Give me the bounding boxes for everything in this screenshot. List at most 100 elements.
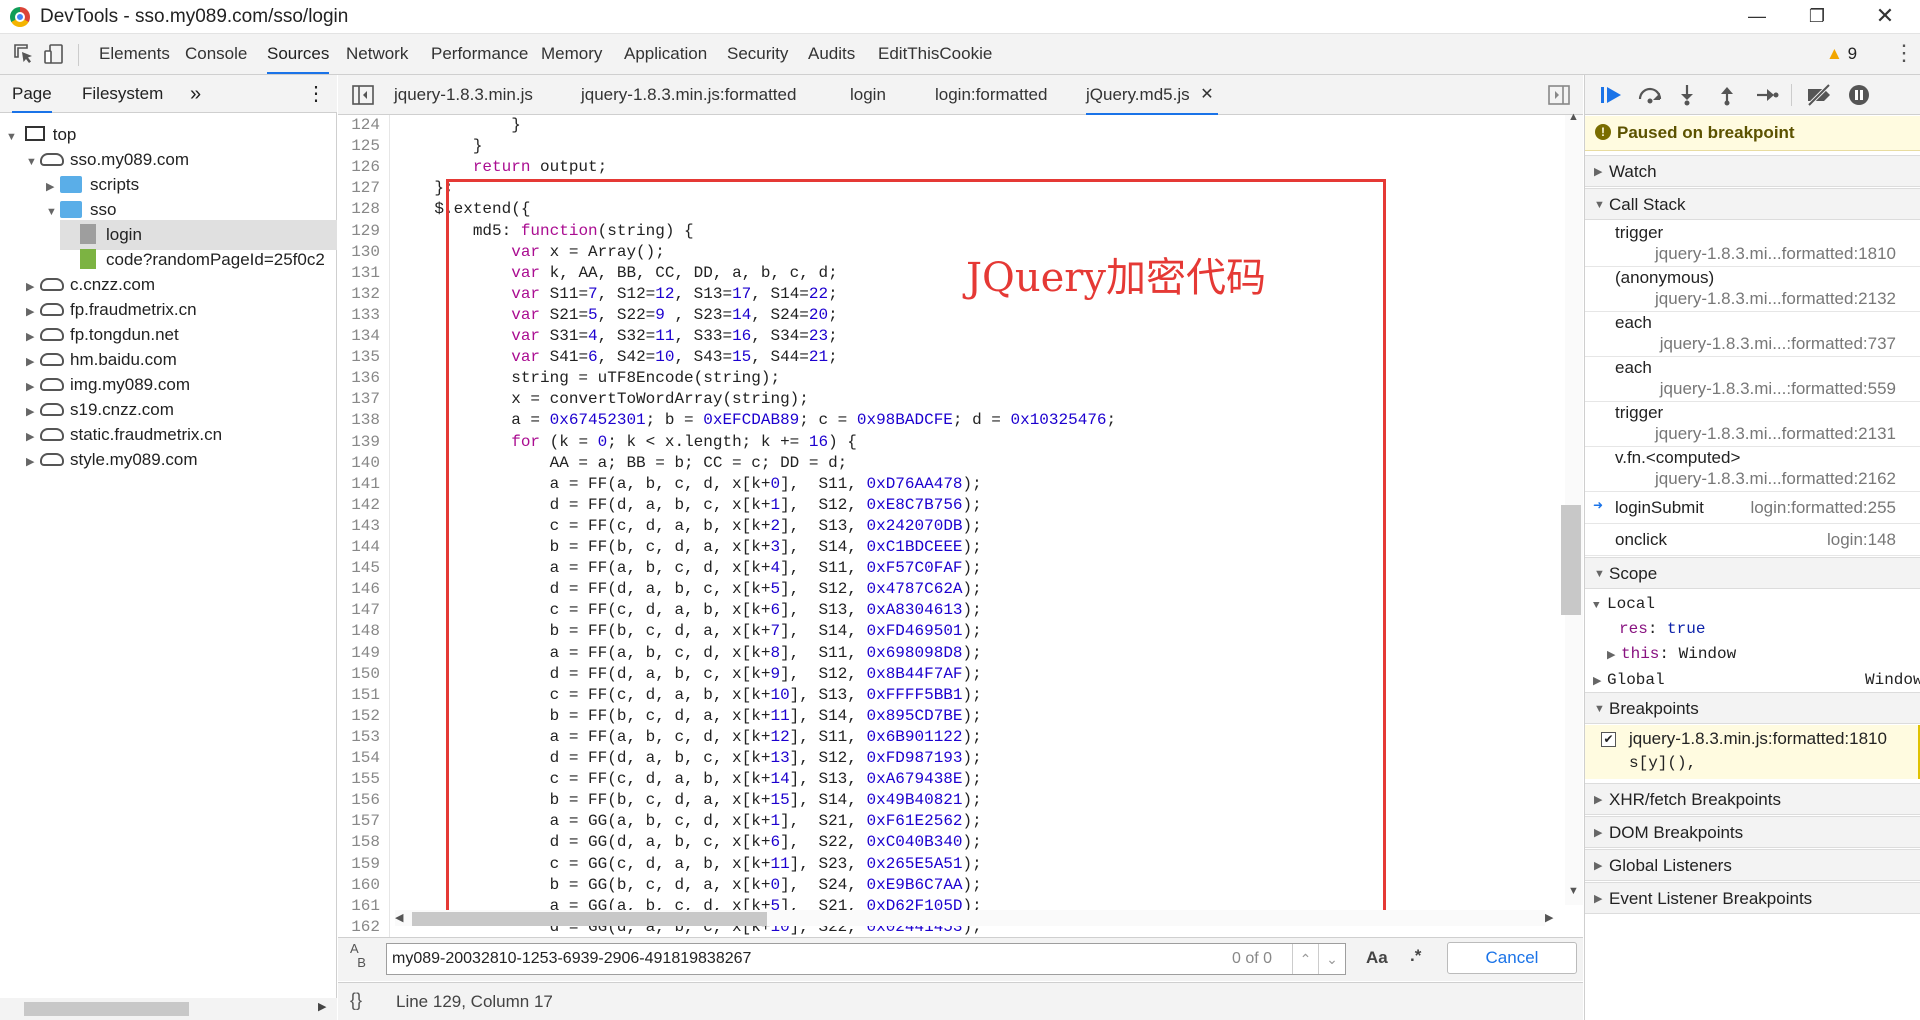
- section-xhr-breakpoints[interactable]: ▶ XHR/fetch Breakpoints: [1585, 783, 1920, 815]
- line-number[interactable]: 157: [338, 811, 380, 832]
- tab-performance[interactable]: Performance: [431, 34, 528, 74]
- section-dom-breakpoints[interactable]: ▶ DOM Breakpoints: [1585, 816, 1920, 848]
- line-number[interactable]: 133: [338, 305, 380, 326]
- tab-jquery-min[interactable]: jquery-1.8.3.min.js: [394, 75, 533, 115]
- replace-toggle-icon[interactable]: A B: [350, 942, 366, 970]
- scrollbar-thumb[interactable]: [1561, 505, 1581, 615]
- close-tab-icon[interactable]: ✕: [1200, 75, 1213, 115]
- navigator-menu-icon[interactable]: ⋮: [306, 75, 326, 113]
- line-number[interactable]: 131: [338, 263, 380, 284]
- device-toolbar-icon[interactable]: [42, 42, 66, 66]
- navigator-hscrollbar[interactable]: ▶: [0, 998, 337, 1020]
- frame-location[interactable]: jquery-1.8.3.mi...:formatted:737: [1660, 334, 1896, 354]
- frame-location[interactable]: jquery-1.8.3.mi...formatted:1810: [1655, 244, 1896, 264]
- frame-location[interactable]: login:148: [1827, 530, 1896, 550]
- frame-location[interactable]: jquery-1.8.3.mi...formatted:2162: [1655, 469, 1896, 489]
- line-number[interactable]: 152: [338, 706, 380, 727]
- scope-var-this[interactable]: ▶ this: Window: [1607, 645, 1736, 663]
- line-number[interactable]: 154: [338, 748, 380, 769]
- line-number[interactable]: 126: [338, 157, 380, 178]
- section-breakpoints[interactable]: ▼ Breakpoints: [1585, 692, 1920, 724]
- line-number[interactable]: 151: [338, 685, 380, 706]
- line-number[interactable]: 138: [338, 410, 380, 431]
- tab-memory[interactable]: Memory: [541, 34, 602, 74]
- match-case-toggle[interactable]: Aa: [1366, 948, 1388, 968]
- more-tabs-icon[interactable]: »: [190, 75, 201, 113]
- scroll-left-icon[interactable]: ◀: [395, 911, 403, 924]
- deactivate-breakpoints-icon[interactable]: [1805, 84, 1835, 106]
- call-frame[interactable]: trigger jquery-1.8.3.mi...formatted:1810: [1585, 222, 1920, 267]
- line-number[interactable]: 144: [338, 537, 380, 558]
- tab-login[interactable]: login: [850, 75, 886, 115]
- call-frame[interactable]: onclick login:148: [1585, 524, 1920, 556]
- line-number[interactable]: 136: [338, 368, 380, 389]
- line-number[interactable]: 135: [338, 347, 380, 368]
- section-global-listeners[interactable]: ▶ Global Listeners: [1585, 849, 1920, 881]
- tree-host[interactable]: ▶ style.my089.com: [26, 445, 198, 475]
- line-number[interactable]: 140: [338, 453, 380, 474]
- step-over-icon[interactable]: [1637, 85, 1663, 105]
- line-number[interactable]: 162: [338, 917, 380, 938]
- step-icon[interactable]: [1755, 85, 1779, 105]
- tab-security[interactable]: Security: [727, 34, 788, 74]
- pause-on-exceptions-icon[interactable]: [1847, 83, 1871, 107]
- warnings-badge[interactable]: ▲ 9: [1826, 44, 1857, 64]
- section-watch[interactable]: ▶ Watch: [1585, 155, 1920, 187]
- scrollbar-thumb[interactable]: [412, 912, 767, 926]
- toggle-navigator-icon[interactable]: [352, 85, 374, 105]
- breakpoint-item[interactable]: ✔ jquery-1.8.3.min.js:formatted:1810 s[y…: [1585, 725, 1920, 779]
- more-options-icon[interactable]: ⋮: [1893, 40, 1915, 66]
- line-number[interactable]: 134: [338, 326, 380, 347]
- scroll-down-icon[interactable]: ▼: [1568, 885, 1579, 897]
- previous-match-icon[interactable]: ⌃: [1292, 944, 1318, 974]
- line-number[interactable]: 150: [338, 664, 380, 685]
- tab-jquery-formatted[interactable]: jquery-1.8.3.min.js:formatted: [581, 75, 796, 115]
- call-frame[interactable]: trigger jquery-1.8.3.mi...formatted:2131: [1585, 402, 1920, 447]
- next-match-icon[interactable]: ⌄: [1318, 944, 1345, 974]
- line-number[interactable]: 143: [338, 516, 380, 537]
- tab-jquery-md5[interactable]: jQuery.md5.js ✕: [1086, 75, 1218, 115]
- tab-filesystem[interactable]: Filesystem: [82, 75, 163, 113]
- step-out-icon[interactable]: [1717, 84, 1737, 106]
- tab-login-formatted[interactable]: login:formatted: [935, 75, 1047, 115]
- line-number[interactable]: 146: [338, 579, 380, 600]
- search-input[interactable]: my089-20032810-1253-6939-2906-4918198382…: [386, 943, 1346, 975]
- scope-var-res[interactable]: res: true: [1619, 620, 1705, 638]
- line-number[interactable]: 124: [338, 115, 380, 136]
- tab-console[interactable]: Console: [185, 34, 247, 74]
- line-number[interactable]: 159: [338, 854, 380, 875]
- section-event-listener-breakpoints[interactable]: ▶ Event Listener Breakpoints: [1585, 882, 1920, 914]
- call-frame[interactable]: (anonymous) jquery-1.8.3.mi...formatted:2…: [1585, 267, 1920, 312]
- line-number[interactable]: 142: [338, 495, 380, 516]
- scope-global[interactable]: ▶ Global: [1593, 671, 1665, 689]
- tab-application[interactable]: Application: [624, 34, 707, 74]
- line-number[interactable]: 137: [338, 389, 380, 410]
- toggle-debugger-icon[interactable]: [1548, 85, 1570, 105]
- tab-network[interactable]: Network: [346, 34, 408, 74]
- restore-icon[interactable]: ❐: [1787, 0, 1847, 34]
- line-number[interactable]: 161: [338, 896, 380, 917]
- line-number[interactable]: 127: [338, 178, 380, 199]
- resume-icon[interactable]: [1599, 85, 1623, 105]
- tab-editthiscookie[interactable]: EditThisCookie: [878, 34, 992, 74]
- tab-sources[interactable]: Sources: [267, 34, 330, 74]
- call-frame[interactable]: v.fn.<computed> jquery-1.8.3.mi...formatt…: [1585, 447, 1920, 492]
- line-number[interactable]: 125: [338, 136, 380, 157]
- line-number[interactable]: 148: [338, 621, 380, 642]
- section-scope[interactable]: ▼ Scope: [1585, 557, 1920, 589]
- line-number[interactable]: 156: [338, 790, 380, 811]
- line-number[interactable]: 141: [338, 474, 380, 495]
- line-number[interactable]: 155: [338, 769, 380, 790]
- minimize-icon[interactable]: —: [1727, 0, 1787, 34]
- tab-elements[interactable]: Elements: [99, 34, 170, 74]
- frame-location[interactable]: jquery-1.8.3.mi...formatted:2131: [1655, 424, 1896, 444]
- frame-location[interactable]: jquery-1.8.3.mi...:formatted:559: [1660, 379, 1896, 399]
- line-number[interactable]: 153: [338, 727, 380, 748]
- line-number[interactable]: 139: [338, 432, 380, 453]
- scroll-right-icon[interactable]: ▶: [1545, 911, 1553, 924]
- call-frame[interactable]: each jquery-1.8.3.mi...:formatted:737: [1585, 312, 1920, 357]
- section-call-stack[interactable]: ▼ Call Stack: [1585, 188, 1920, 220]
- cancel-search-button[interactable]: Cancel: [1447, 942, 1577, 974]
- tab-audits[interactable]: Audits: [808, 34, 855, 74]
- close-window-icon[interactable]: ✕: [1855, 0, 1915, 34]
